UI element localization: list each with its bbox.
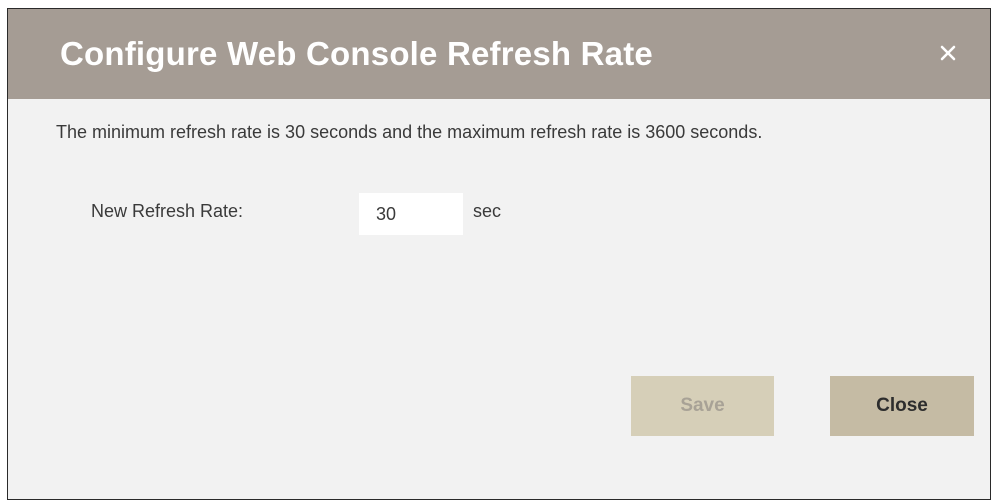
- refresh-rate-input[interactable]: [359, 193, 463, 235]
- refresh-rate-field-row: New Refresh Rate: sec: [91, 193, 591, 235]
- save-button[interactable]: Save: [631, 376, 774, 436]
- refresh-rate-dialog: Configure Web Console Refresh Rate The m…: [7, 8, 991, 500]
- dialog-titlebar: Configure Web Console Refresh Rate: [8, 9, 990, 99]
- dialog-title: Configure Web Console Refresh Rate: [60, 35, 653, 72]
- close-icon[interactable]: [934, 39, 962, 67]
- refresh-rate-description: The minimum refresh rate is 30 seconds a…: [56, 122, 763, 142]
- refresh-rate-unit: sec: [473, 201, 502, 221]
- close-button[interactable]: Close: [830, 376, 974, 436]
- refresh-rate-label: New Refresh Rate:: [91, 201, 244, 221]
